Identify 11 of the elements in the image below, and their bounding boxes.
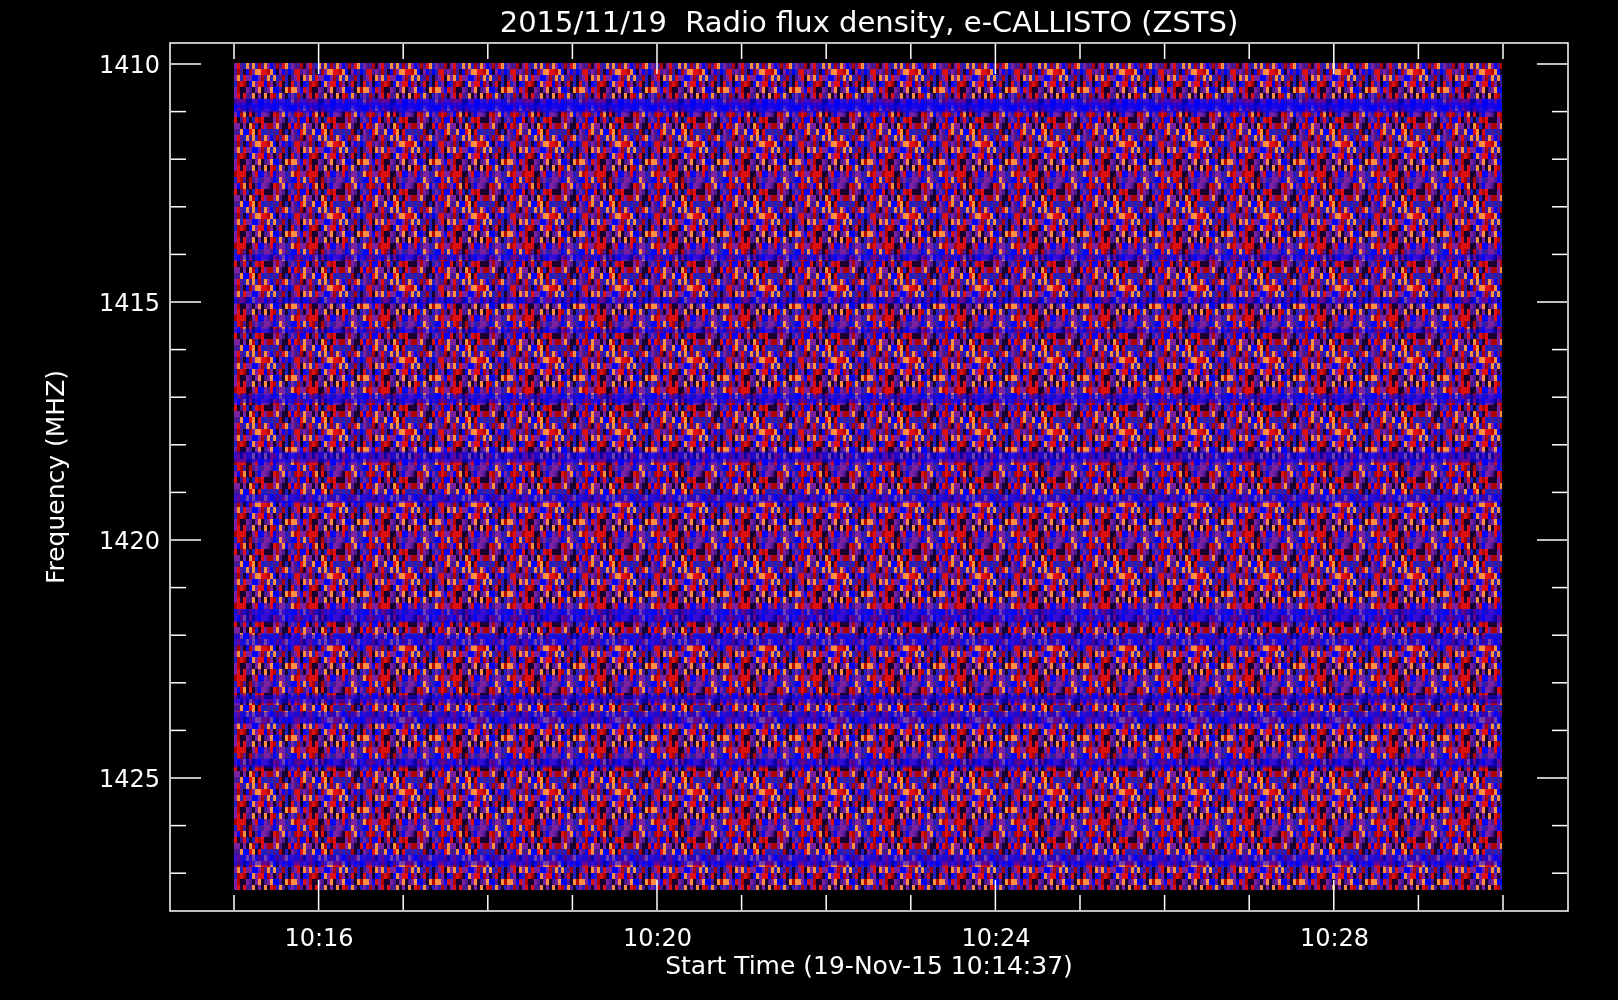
y-axis-label: Frequency (MHZ) xyxy=(41,369,70,585)
x-tick-label: 10:16 xyxy=(284,924,354,952)
x-axis-label: Start Time (19-Nov-15 10:14:37) xyxy=(665,951,1073,980)
x-tick-label: 10:20 xyxy=(622,924,693,952)
chart-title: 2015/11/19 Radio flux density, e-CALLISTO (ZSTS) xyxy=(499,5,1239,39)
y-tick-label: 1425 xyxy=(98,765,160,793)
y-tick-label: 1410 xyxy=(98,51,160,79)
y-tick-label: 1420 xyxy=(98,527,160,555)
x-tick-label: 10:24 xyxy=(961,924,1031,952)
x-tick-label: 10:28 xyxy=(1299,924,1370,952)
y-tick-label: 1415 xyxy=(98,289,160,317)
